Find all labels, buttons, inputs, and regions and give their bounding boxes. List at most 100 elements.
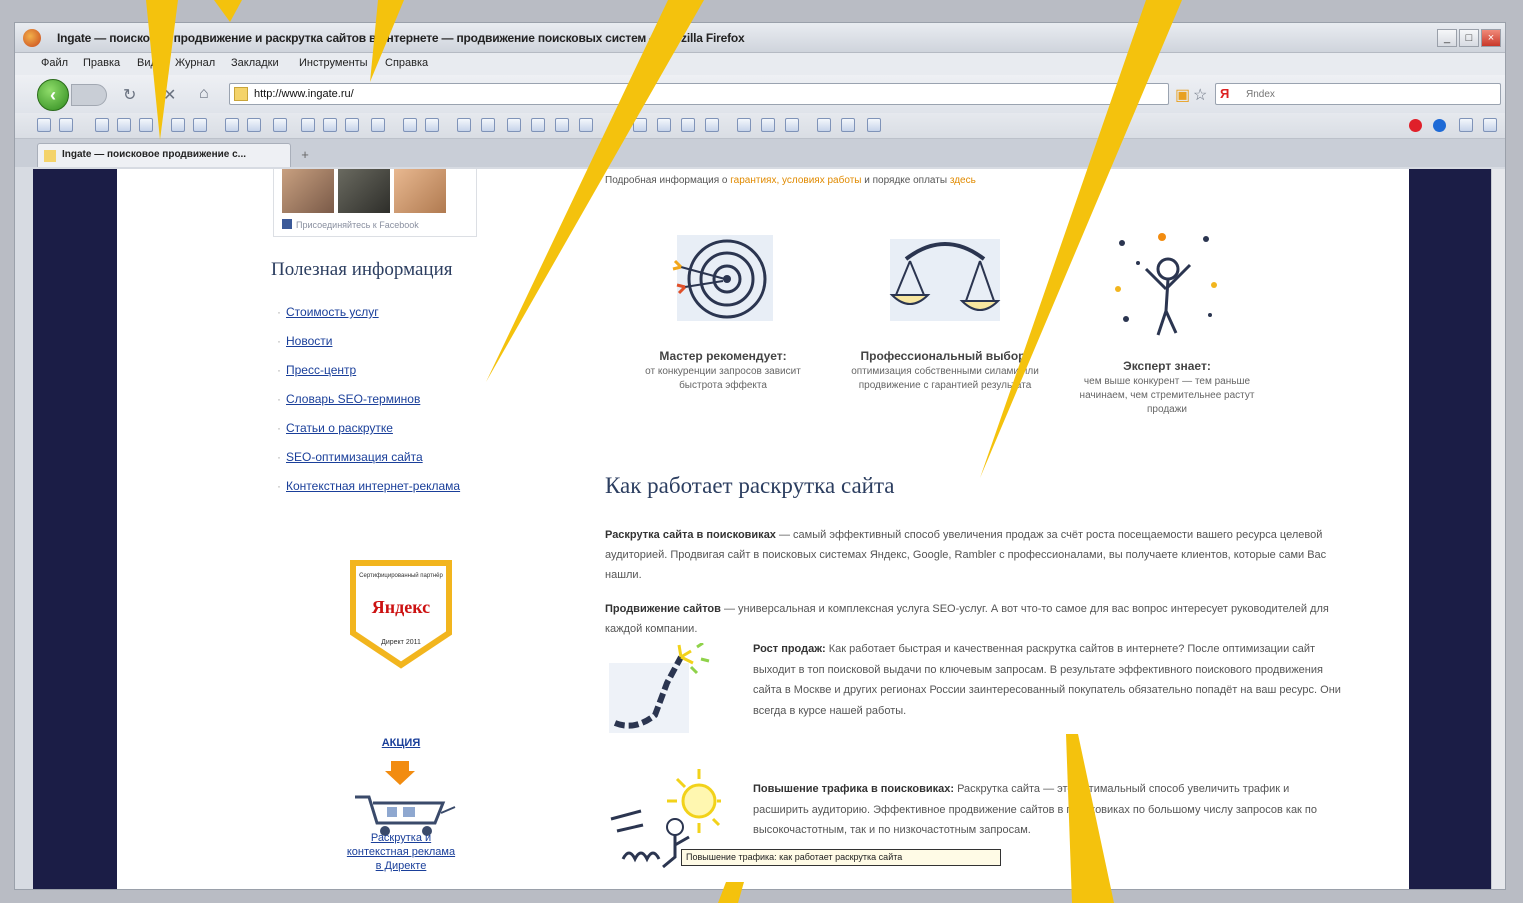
close-button[interactable]: × <box>1481 29 1501 47</box>
callout-ray <box>214 0 242 22</box>
tab-label: Ingate — поисковое продвижение с... <box>62 149 247 160</box>
bookmark-star-icon[interactable]: ☆ <box>1193 85 1207 105</box>
facebook-text: Присоединяйтесь к Facebook <box>296 220 419 230</box>
toolbar-icon[interactable] <box>785 118 799 132</box>
menu-help[interactable]: Справка <box>385 57 428 69</box>
guarantees-link[interactable]: гарантиях, условиях работы <box>730 175 861 186</box>
toolbar-icon[interactable] <box>225 118 239 132</box>
toolbar-icon[interactable] <box>59 118 73 132</box>
back-button[interactable]: ‹ <box>37 79 69 111</box>
feature-scales: Профессиональный выбор: оптимизация собс… <box>845 229 1045 393</box>
facebook-line[interactable]: Присоединяйтесь к Facebook <box>282 219 419 230</box>
rss-icon[interactable]: ▣ <box>1175 85 1190 105</box>
toolbar-icon[interactable] <box>705 118 719 132</box>
search-engine-icon[interactable]: Я <box>1220 87 1234 101</box>
site-identity-icon <box>234 87 248 101</box>
toolbar-icon[interactable] <box>841 118 855 132</box>
toolbar-icon[interactable] <box>507 118 521 132</box>
menu-tools[interactable]: Инструменты <box>299 57 368 69</box>
toolbar-icon[interactable] <box>761 118 775 132</box>
search-input[interactable] <box>1246 86 1476 102</box>
useful-link[interactable]: Статьи о раскрутке <box>286 421 393 435</box>
useful-link[interactable]: SEO-оптимизация сайта <box>286 450 423 464</box>
promo-link[interactable]: Раскрутка и контекстная реклама в Директ… <box>343 831 459 873</box>
toolbar-icon[interactable] <box>139 118 153 132</box>
maximize-button[interactable]: □ <box>1459 29 1479 47</box>
list-item: Контекстная интернет-реклама <box>277 479 460 508</box>
stop-icon[interactable]: ✕ <box>163 85 176 105</box>
toolbar-icon[interactable] <box>817 118 831 132</box>
menu-history[interactable]: Журнал <box>175 57 215 69</box>
toolbar-icon[interactable] <box>737 118 751 132</box>
toolbar-icon[interactable] <box>657 118 671 132</box>
toolbar-icon[interactable] <box>171 118 185 132</box>
toolbar-icon[interactable] <box>117 118 131 132</box>
feature-desc: от конкуренции запросов зависит быстрота… <box>645 366 801 391</box>
badge-bottom-text: Директ 2011 <box>381 639 421 646</box>
blue-addon-icon[interactable] <box>1433 119 1446 132</box>
toolbar-icon[interactable] <box>425 118 439 132</box>
firefox-logo-icon <box>23 29 41 47</box>
toolbar-icon[interactable] <box>579 118 593 132</box>
new-tab-icon[interactable]: + <box>297 147 313 163</box>
reload-icon[interactable]: ↻ <box>123 85 136 105</box>
toolbar-icon[interactable] <box>867 118 881 132</box>
section-title: Как работает раскрутка сайта <box>605 473 895 498</box>
menu-bookmarks[interactable]: Закладки <box>231 57 279 69</box>
tab-ingate[interactable]: Ingate — поисковое продвижение с... <box>37 143 291 167</box>
toolbar-icon[interactable] <box>345 118 359 132</box>
toolbar-icon[interactable] <box>681 118 695 132</box>
search-box[interactable]: Я <box>1215 83 1501 105</box>
down-arrow-icon <box>385 761 415 785</box>
home-icon[interactable]: ⌂ <box>199 85 209 103</box>
friend-photo[interactable] <box>282 169 334 213</box>
red-addon-icon[interactable] <box>1409 119 1422 132</box>
toolbar-icon[interactable] <box>481 118 495 132</box>
feature-expert: Эксперт знает: чем выше конкурент — тем … <box>1067 229 1267 417</box>
feature-desc: чем выше конкурент — тем раньше начинаем… <box>1079 376 1255 415</box>
feature-title: Мастер рекомендует: <box>659 349 787 363</box>
toolbar-icon[interactable] <box>95 118 109 132</box>
useful-link[interactable]: Контекстная интернет-реклама <box>286 479 460 493</box>
toolbar-icon[interactable] <box>403 118 417 132</box>
menu-bar: Файл Правка Вид Журнал Закладки Инструме… <box>15 53 1505 75</box>
back-arrow-icon: ‹ <box>50 85 56 105</box>
paragraph: Повышение трафика в поисковиках: Раскрут… <box>753 783 1318 836</box>
toolbar-icon[interactable] <box>247 118 261 132</box>
toolbar-icon[interactable] <box>323 118 337 132</box>
toolbar-icon[interactable] <box>531 118 545 132</box>
target-illustration-icon <box>672 235 773 321</box>
useful-link[interactable]: Стоимость услуг <box>286 305 379 319</box>
list-item: Словарь SEO-терминов <box>277 392 460 421</box>
toolbar-icon[interactable] <box>273 118 287 132</box>
promo-label[interactable]: АКЦИЯ <box>327 737 475 749</box>
friend-photo[interactable] <box>394 169 446 213</box>
yandex-partner-badge[interactable]: Сертифицированный партнёр Яндекс Директ … <box>349 559 453 669</box>
toolbar-icon[interactable] <box>193 118 207 132</box>
toolbar-icon[interactable] <box>457 118 471 132</box>
useful-link[interactable]: Словарь SEO-терминов <box>286 392 420 406</box>
menu-view[interactable]: Вид <box>137 57 157 69</box>
payment-link[interactable]: здесь <box>950 175 976 186</box>
toolbar-icon[interactable] <box>1459 118 1473 132</box>
toolbar-icon[interactable] <box>371 118 385 132</box>
toolbar-icon[interactable] <box>1483 118 1497 132</box>
toolbar-icon[interactable] <box>633 118 647 132</box>
minimize-button[interactable]: _ <box>1437 29 1457 47</box>
toolbar-icon[interactable] <box>37 118 51 132</box>
forward-button[interactable] <box>71 84 107 106</box>
menu-file[interactable]: Файл <box>41 57 68 69</box>
toolbar-icon[interactable] <box>301 118 315 132</box>
paragraph: Раскрутка сайта в поисковиках — самый эф… <box>605 529 1327 581</box>
toolbar-icon[interactable] <box>555 118 569 132</box>
address-bar[interactable] <box>229 83 1169 105</box>
friend-photo[interactable] <box>338 169 390 213</box>
useful-link[interactable]: Новости <box>286 334 332 348</box>
list-item: SEO-оптимизация сайта <box>277 450 460 479</box>
facebook-icon <box>282 219 292 229</box>
menu-edit[interactable]: Правка <box>83 57 120 69</box>
useful-link[interactable]: Пресс-центр <box>286 363 356 377</box>
url-input[interactable] <box>254 86 1154 102</box>
facebook-widget: Присоединяйтесь к Facebook <box>273 169 477 237</box>
page-scrollbar[interactable] <box>1491 169 1505 889</box>
